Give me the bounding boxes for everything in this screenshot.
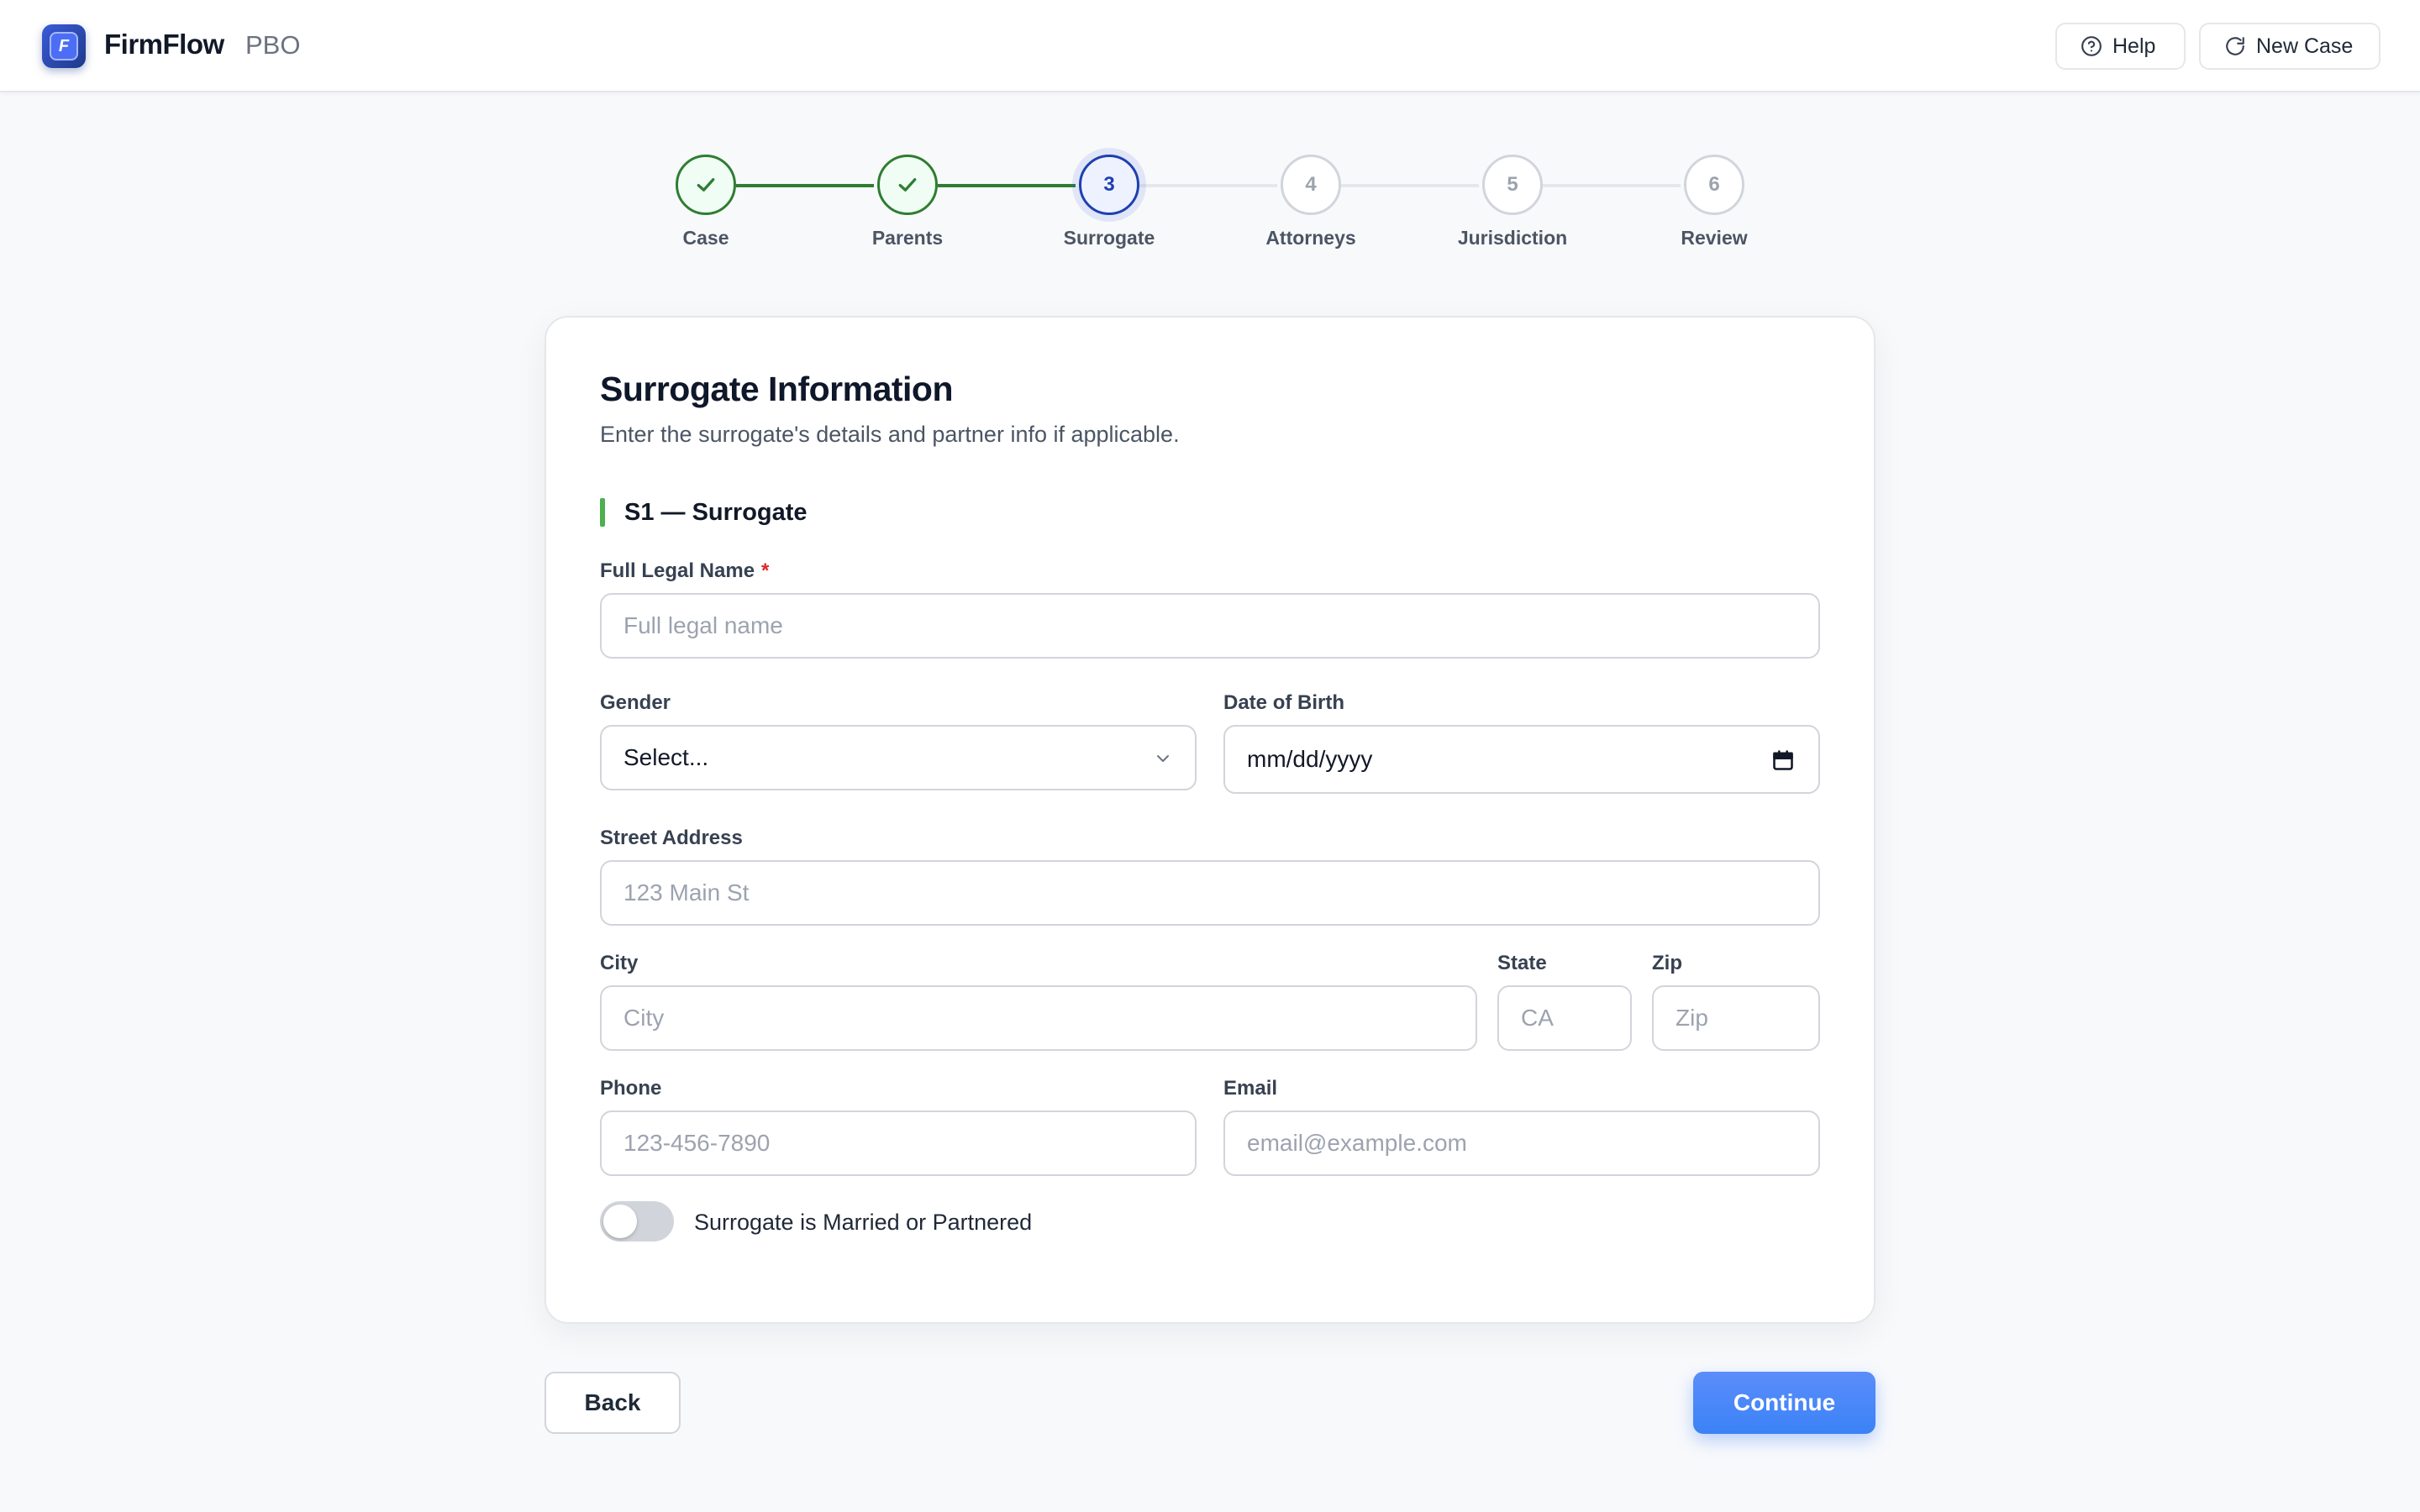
zip-input[interactable] bbox=[1652, 985, 1820, 1051]
step-label-jurisdiction: Jurisdiction bbox=[1457, 227, 1568, 249]
app-header: F FirmFlow PBO Help New Case bbox=[0, 0, 2420, 92]
email-label: Email bbox=[1223, 1077, 1278, 1100]
chevron-down-icon bbox=[1157, 755, 1169, 762]
married-toggle-label: Surrogate is Married or Partnered bbox=[694, 1210, 1033, 1235]
full-name-input[interactable] bbox=[600, 593, 1820, 659]
section-title: S1 — Surrogate bbox=[624, 499, 808, 526]
logo-letter: F bbox=[50, 32, 78, 60]
help-button[interactable]: Help bbox=[2055, 23, 2186, 70]
step-parents[interactable] bbox=[877, 155, 938, 215]
help-circle-icon bbox=[2081, 36, 2102, 56]
step-surrogate[interactable]: 3 bbox=[1079, 155, 1139, 215]
city-label: City bbox=[600, 952, 639, 974]
email-input[interactable] bbox=[1223, 1110, 1820, 1176]
step-connector-1 bbox=[736, 184, 874, 187]
refresh-icon bbox=[2226, 37, 2244, 55]
state-input[interactable] bbox=[1497, 985, 1632, 1051]
gender-label: Gender bbox=[600, 691, 671, 714]
street-input[interactable] bbox=[600, 860, 1820, 926]
full-name-label: Full Legal Name * bbox=[600, 559, 769, 583]
page-subtitle: Enter the surrogate's details and partne… bbox=[600, 422, 1180, 447]
step-label-parents: Parents bbox=[871, 227, 944, 249]
help-label: Help bbox=[2112, 34, 2156, 58]
step-connector-5 bbox=[1543, 184, 1681, 187]
phone-input[interactable] bbox=[600, 1110, 1197, 1176]
state-label: State bbox=[1497, 952, 1547, 974]
step-connector-3 bbox=[1139, 184, 1277, 187]
new-case-button[interactable]: New Case bbox=[2199, 23, 2381, 70]
step-label-attorneys: Attorneys bbox=[1265, 227, 1356, 249]
section-accent-bar bbox=[600, 498, 605, 527]
new-case-label: New Case bbox=[2256, 34, 2354, 58]
back-button[interactable]: Back bbox=[544, 1372, 681, 1434]
page-title: Surrogate Information bbox=[600, 370, 954, 408]
step-review[interactable]: 6 bbox=[1684, 155, 1744, 215]
step-connector-2 bbox=[938, 184, 1076, 187]
check-icon bbox=[898, 178, 917, 192]
step-label-surrogate: Surrogate bbox=[1063, 227, 1155, 249]
logo-icon[interactable]: F bbox=[42, 24, 86, 68]
dob-value: mm/dd/yyyy bbox=[1247, 746, 1373, 772]
dob-label: Date of Birth bbox=[1223, 691, 1344, 714]
zip-label: Zip bbox=[1652, 952, 1682, 974]
married-toggle[interactable] bbox=[600, 1201, 674, 1242]
step-connector-4 bbox=[1341, 184, 1479, 187]
gender-select-value: Select... bbox=[623, 744, 709, 770]
step-jurisdiction[interactable]: 5 bbox=[1482, 155, 1543, 215]
full-name-label-text: Full Legal Name bbox=[600, 559, 755, 582]
calendar-icon[interactable] bbox=[1771, 748, 1795, 772]
brand-name: FirmFlow bbox=[104, 29, 224, 60]
required-mark: * bbox=[761, 559, 770, 582]
gender-select[interactable]: Select... bbox=[600, 725, 1197, 790]
check-icon bbox=[697, 178, 715, 192]
brand-subtitle: PBO bbox=[245, 30, 301, 60]
toggle-knob bbox=[603, 1205, 637, 1238]
city-input[interactable] bbox=[600, 985, 1477, 1051]
phone-label: Phone bbox=[600, 1077, 662, 1100]
continue-button[interactable]: Continue bbox=[1693, 1372, 1876, 1434]
street-label: Street Address bbox=[600, 827, 743, 849]
step-label-case: Case bbox=[682, 227, 729, 249]
dob-date-input[interactable]: mm/dd/yyyy bbox=[1223, 725, 1820, 794]
step-attorneys[interactable]: 4 bbox=[1281, 155, 1341, 215]
step-label-review: Review bbox=[1681, 227, 1748, 249]
step-case[interactable] bbox=[676, 155, 736, 215]
